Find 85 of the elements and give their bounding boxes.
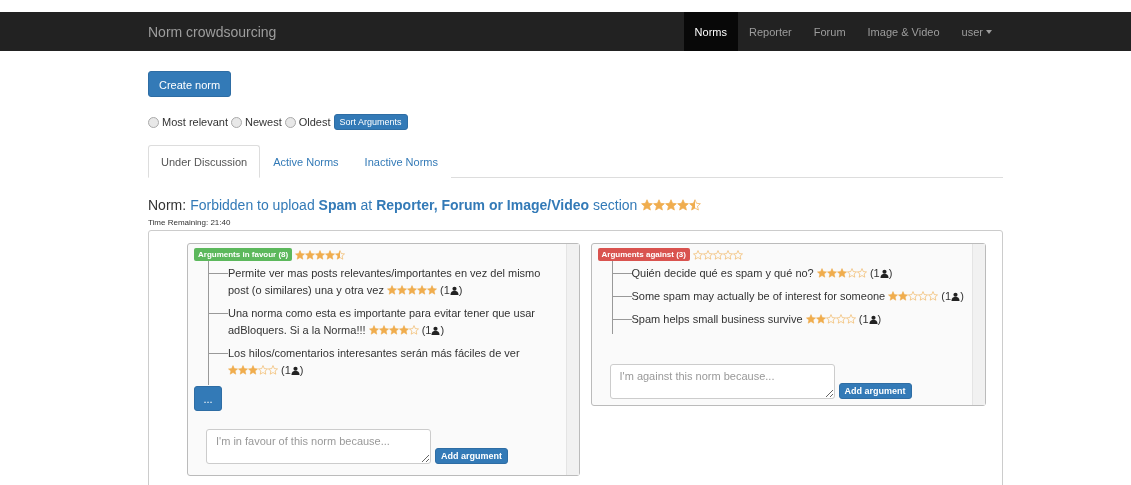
star-icon	[228, 365, 238, 375]
more-button[interactable]: ...	[194, 386, 222, 411]
star-icon	[248, 365, 258, 375]
star-icon	[826, 268, 837, 278]
star-icon	[268, 365, 278, 375]
star-icon	[406, 285, 417, 295]
arguments-badge: Arguments against (3)	[597, 248, 690, 261]
star-icon	[305, 249, 316, 260]
create-norm-button[interactable]: Create norm	[148, 71, 232, 97]
star-icon	[368, 325, 379, 335]
star-icon	[408, 325, 419, 335]
norm-label: Norm:	[148, 197, 187, 213]
add-argument-button[interactable]: Add argument	[435, 448, 508, 464]
tab[interactable]: Under Discussion	[148, 145, 261, 178]
star-icon	[702, 249, 713, 260]
radio-button[interactable]	[284, 116, 296, 128]
star-icon	[815, 314, 826, 324]
star-icon	[378, 325, 389, 335]
person-icon	[449, 286, 459, 295]
star-icon	[845, 314, 856, 324]
star-icon	[315, 249, 326, 260]
person-icon	[951, 292, 961, 301]
arguments-badge: Arguments in favour (8)	[194, 248, 293, 261]
nav-link[interactable]: Image & Video	[856, 12, 951, 51]
norm-title-link[interactable]: Forbidden to upload Spam at Reporter, Forum or Image/Video section	[190, 197, 638, 213]
star-icon	[295, 249, 306, 260]
star-icon	[732, 249, 743, 260]
star-icon	[856, 268, 867, 278]
star-icon	[888, 291, 899, 301]
brand-title[interactable]: Norm crowdsourcing	[148, 23, 684, 40]
star-icon	[722, 249, 733, 260]
star-icon	[692, 249, 703, 260]
sort-arguments-button[interactable]: Sort Arguments	[333, 114, 408, 130]
nav-link[interactable]: Norms	[683, 12, 738, 51]
star-icon	[918, 291, 929, 301]
star-icon	[908, 291, 919, 301]
user-menu[interactable]: user	[950, 12, 1003, 51]
argument-text: Quién decide qué es spam y qué no? (1 )	[631, 266, 893, 281]
star-icon	[712, 249, 723, 260]
star-icon	[426, 285, 437, 295]
nav-link[interactable]: Reporter	[738, 12, 803, 51]
argument-field[interactable]: I'm against this norm because...	[609, 364, 835, 399]
time-remaining: Time Remaining: 21:40	[148, 218, 232, 227]
argument-field[interactable]: I'm in favour of this norm because...	[206, 429, 431, 464]
argument-text: Spam helps small business survive (1 )	[631, 312, 882, 327]
star-icon	[335, 249, 346, 260]
star-icon	[846, 268, 857, 278]
star-icon	[388, 325, 399, 335]
add-argument-button[interactable]: Add argument	[838, 383, 912, 399]
star-icon	[898, 291, 909, 301]
star-icon	[238, 365, 248, 375]
person-icon	[868, 315, 878, 324]
radio-button[interactable]	[148, 116, 159, 128]
nav-link[interactable]: Forum	[802, 12, 857, 51]
star-icon	[641, 199, 654, 211]
person-icon	[290, 366, 300, 375]
star-icon	[928, 291, 939, 301]
star-icon	[398, 325, 409, 335]
radio-label: Newest	[245, 116, 282, 128]
star-icon	[653, 199, 666, 211]
radio-label: Most relevant	[162, 116, 229, 128]
person-icon	[431, 326, 441, 335]
star-icon	[677, 199, 690, 211]
star-icon	[836, 268, 847, 278]
star-icon	[665, 199, 678, 211]
star-icon	[835, 314, 846, 324]
star-icon	[325, 249, 336, 260]
person-icon	[879, 269, 889, 278]
argument-text: Una norma como esta es importante para evitar tener que usar adBloquers. Si a la Norma!!! (1 )	[228, 306, 536, 338]
star-icon	[816, 268, 827, 278]
star-icon	[825, 314, 836, 324]
caret-icon	[986, 29, 992, 34]
argument-text: Permite ver mas posts relevantes/importantes en vez del mismo post (o similares) una y otra vez (1 )	[228, 266, 542, 298]
star-icon	[805, 314, 816, 324]
radio-button[interactable]	[231, 116, 243, 128]
scrollbar[interactable]	[972, 244, 985, 405]
star-icon	[396, 285, 407, 295]
star-icon	[258, 365, 268, 375]
star-icon	[689, 199, 702, 211]
star-icon	[416, 285, 427, 295]
argument-text: Los hilos/comentarios interesantes serán más fáciles de ver (1 )	[228, 346, 521, 378]
argument-text: Some spam may actually be of interest for someone (1 )	[631, 289, 964, 304]
star-icon	[386, 285, 397, 295]
radio-label: Oldest	[298, 116, 331, 128]
scrollbar[interactable]	[565, 244, 579, 475]
